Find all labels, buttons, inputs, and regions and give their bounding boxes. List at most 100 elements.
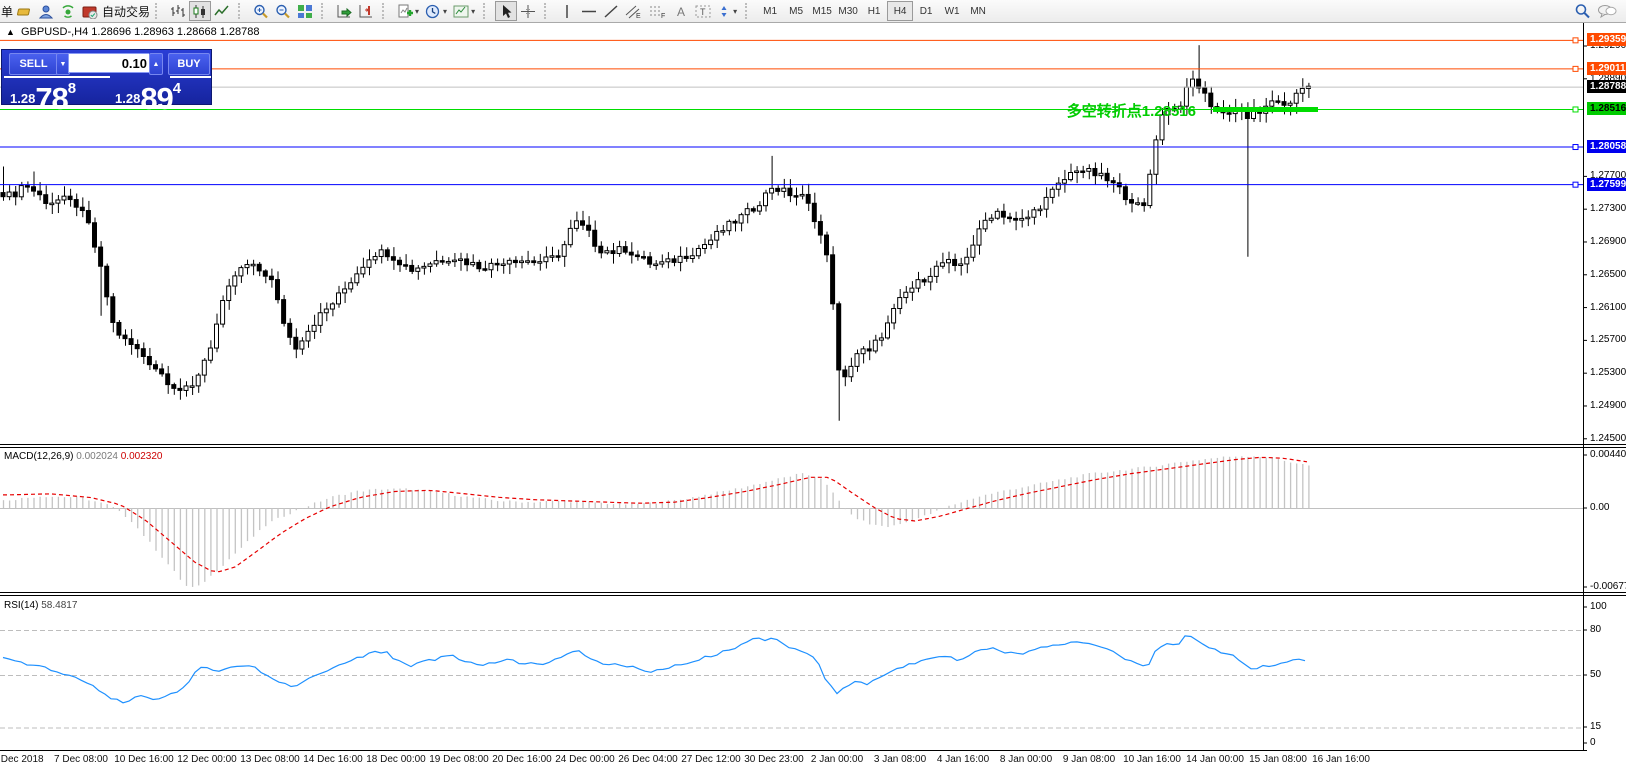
indicator-tick-label: -0.006778	[1590, 581, 1626, 592]
arrows-icon[interactable]: ▾	[714, 1, 740, 21]
time-tick-label: 26 Dec 04:00	[618, 754, 678, 765]
horizontal-lines[interactable]	[0, 38, 1583, 187]
time-tick-label: 8 Jan 00:00	[1000, 754, 1052, 765]
tile-windows-icon[interactable]	[294, 1, 316, 21]
timeframe-m15[interactable]: M15	[809, 1, 835, 21]
periods-clock-icon[interactable]: ▾	[422, 1, 450, 21]
chart-canvas[interactable]: 多空转折点1.28516	[0, 0, 1626, 770]
time-tick-label: 10 Jan 16:00	[1123, 754, 1181, 765]
time-tick-label: 30 Dec 23:00	[744, 754, 804, 765]
autotrade-label[interactable]: 自动交易	[102, 3, 150, 20]
resistance-line-price-label: 1.29011	[1587, 62, 1626, 75]
buy-button[interactable]: BUY	[168, 53, 210, 75]
timeframe-m5[interactable]: M5	[783, 1, 809, 21]
price-tick-label: 1.26900	[1590, 236, 1626, 247]
line-anchor-marker[interactable]	[1573, 38, 1578, 43]
line-anchor-marker[interactable]	[1573, 145, 1578, 150]
new-order-icon[interactable]	[13, 1, 35, 21]
indicator-tick-label: 15	[1590, 721, 1601, 732]
line-chart-icon[interactable]	[211, 1, 233, 21]
timeframe-mn[interactable]: MN	[965, 1, 991, 21]
time-tick-label: 12 Dec 00:00	[177, 754, 237, 765]
line-anchor-marker[interactable]	[1573, 66, 1578, 71]
indicator-tick-label: 0.00	[1590, 502, 1609, 513]
auto-scroll-icon[interactable]	[333, 1, 355, 21]
chevron-down-icon: ▾	[471, 7, 475, 16]
sell-price[interactable]: 1.28788	[10, 80, 76, 117]
search-icon[interactable]	[1571, 1, 1594, 21]
price-tick-label: 1.27300	[1590, 203, 1626, 214]
text-icon[interactable]: A	[670, 1, 692, 21]
toolbar-separator	[238, 3, 247, 19]
time-tick-label: 15 Jan 08:00	[1249, 754, 1307, 765]
fibonacci-icon[interactable]: F	[646, 1, 670, 21]
chevron-down-icon: ▾	[733, 7, 737, 16]
time-tick-label: 14 Dec 16:00	[303, 754, 363, 765]
autotrade-icon[interactable]	[79, 1, 102, 21]
toolbar-separator	[544, 3, 553, 19]
toolbar-separator	[382, 3, 391, 19]
toolbar: 单 自动交易 ▾ ▾ ▾ E F A T ▾ M1 M5 M1	[0, 0, 1626, 23]
panel-frames	[0, 23, 1626, 751]
chart-shift-icon[interactable]	[355, 1, 377, 21]
toolbar-separator	[745, 3, 754, 19]
time-tick-label: 18 Dec 00:00	[366, 754, 426, 765]
text-label-icon[interactable]: T	[692, 1, 714, 21]
sell-button[interactable]: SELL	[9, 53, 58, 75]
new-order-partial-label[interactable]: 单	[1, 3, 13, 20]
one-click-trading-panel: SELL ▼ ▲ BUY 1.28788 1.28894	[1, 49, 212, 105]
price-tick-label: 1.25300	[1590, 367, 1626, 378]
new-chart-icon[interactable]: ▾	[394, 1, 422, 21]
timeframe-m30[interactable]: M30	[835, 1, 861, 21]
bar-chart-icon[interactable]	[167, 1, 189, 21]
timeframe-h1[interactable]: H1	[861, 1, 887, 21]
timeframe-h4[interactable]: H4	[887, 1, 913, 21]
terminal-icon[interactable]	[35, 1, 57, 21]
line-anchor-marker[interactable]	[1573, 107, 1578, 112]
resistance-line-price-label: 1.29359	[1587, 33, 1626, 46]
volume-input[interactable]	[69, 54, 149, 72]
time-tick-label: 5 Dec 2018	[0, 754, 44, 765]
horizontal-line-icon[interactable]	[578, 1, 600, 21]
chat-icon[interactable]	[1594, 1, 1620, 21]
buy-underline	[170, 76, 211, 78]
buy-price[interactable]: 1.28894	[115, 80, 181, 117]
current-price-line-price-label: 1.28788	[1587, 80, 1626, 93]
line-anchor-marker[interactable]	[1573, 182, 1578, 187]
time-tick-label: 13 Dec 08:00	[240, 754, 300, 765]
timeframe-m1[interactable]: M1	[757, 1, 783, 21]
toolbar-separator	[483, 3, 492, 19]
timeframe-d1[interactable]: D1	[913, 1, 939, 21]
chart-annotation-text[interactable]: 多空转折点1.28516	[1067, 102, 1196, 120]
indicator-tick-label: 80	[1590, 624, 1601, 635]
chart-symbol-period: GBPUSD-,H4	[21, 26, 88, 38]
zoom-in-icon[interactable]	[250, 1, 272, 21]
indicator-tick-label: 50	[1590, 669, 1601, 680]
vertical-line-icon[interactable]	[556, 1, 578, 21]
time-tick-label: 2 Jan 00:00	[811, 754, 863, 765]
mt4-window: 单 自动交易 ▾ ▾ ▾ E F A T ▾ M1 M5 M1	[0, 0, 1626, 770]
time-tick-label: 9 Jan 08:00	[1063, 754, 1115, 765]
timeframe-w1[interactable]: W1	[939, 1, 965, 21]
chart-profiles-icon[interactable]: ▾	[450, 1, 478, 21]
candlestick-chart-icon[interactable]	[189, 1, 211, 21]
indicator-tick-label: 0	[1590, 737, 1596, 748]
zoom-out-icon[interactable]	[272, 1, 294, 21]
price-tick-label: 1.24500	[1590, 433, 1626, 444]
crosshair-icon[interactable]	[517, 1, 539, 21]
trendline-icon[interactable]	[600, 1, 622, 21]
svg-text:A: A	[677, 5, 685, 19]
signals-icon[interactable]	[57, 1, 79, 21]
volume-increase-button[interactable]: ▲	[149, 53, 163, 75]
pivot-line-price-label: 1.28516	[1587, 102, 1626, 115]
time-tick-label: 10 Dec 16:00	[114, 754, 174, 765]
cursor-icon[interactable]	[495, 1, 517, 21]
sell-underline	[4, 76, 110, 78]
time-tick-label: 19 Dec 08:00	[429, 754, 489, 765]
price-tick-label: 1.26500	[1590, 269, 1626, 280]
svg-text:E: E	[636, 13, 641, 19]
price-tick-label: 1.24900	[1590, 400, 1626, 411]
equidistant-channel-icon[interactable]: E	[622, 1, 646, 21]
symbol-triangle-icon: ▲	[6, 27, 15, 37]
time-tick-label: 16 Jan 16:00	[1312, 754, 1370, 765]
